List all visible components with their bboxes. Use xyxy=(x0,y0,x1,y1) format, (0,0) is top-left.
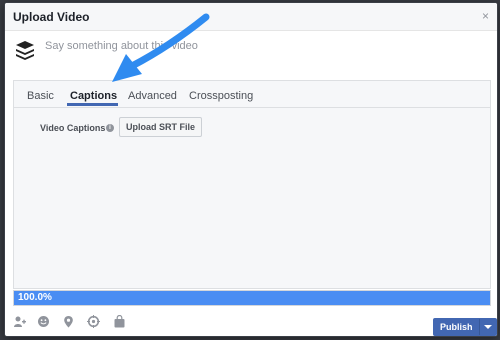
upload-video-dialog: Upload Video × Say something about this … xyxy=(4,2,498,337)
progress-text: 100.0% xyxy=(18,292,52,303)
tab-bar: Basic Captions Advanced Crossposting xyxy=(14,81,490,108)
tag-people-icon[interactable] xyxy=(13,315,26,328)
publish-dropdown-icon[interactable] xyxy=(478,319,496,335)
upload-srt-button[interactable]: Upload SRT File xyxy=(119,117,203,137)
upload-progress-bar: 100.0% xyxy=(13,290,491,306)
tab-basic[interactable]: Basic xyxy=(27,90,54,102)
tab-captions[interactable]: Captions xyxy=(70,90,117,102)
shopping-bag-icon[interactable] xyxy=(113,315,126,328)
publish-button[interactable]: Publish xyxy=(434,319,479,335)
target-icon[interactable] xyxy=(87,315,100,328)
dialog-title: Upload Video xyxy=(13,10,90,24)
buffer-logo-icon xyxy=(16,41,34,60)
active-tab-indicator xyxy=(67,103,118,106)
feeling-icon[interactable] xyxy=(37,315,50,328)
video-captions-label: Video Captions xyxy=(40,123,106,133)
status-input[interactable]: Say something about this video xyxy=(45,40,198,52)
dialog-footer: Publish xyxy=(5,307,497,336)
publish-button-group: Publish xyxy=(433,318,497,336)
tab-crossposting[interactable]: Crossposting xyxy=(189,90,253,102)
info-icon[interactable]: i xyxy=(106,124,114,132)
location-icon[interactable] xyxy=(62,315,75,328)
options-panel: Basic Captions Advanced Crossposting Vid… xyxy=(13,80,491,289)
composer: Say something about this video xyxy=(5,31,497,79)
tab-advanced[interactable]: Advanced xyxy=(128,90,177,102)
dialog-header: Upload Video × xyxy=(5,3,497,31)
close-icon[interactable]: × xyxy=(482,10,489,22)
progress-fill xyxy=(14,291,490,305)
